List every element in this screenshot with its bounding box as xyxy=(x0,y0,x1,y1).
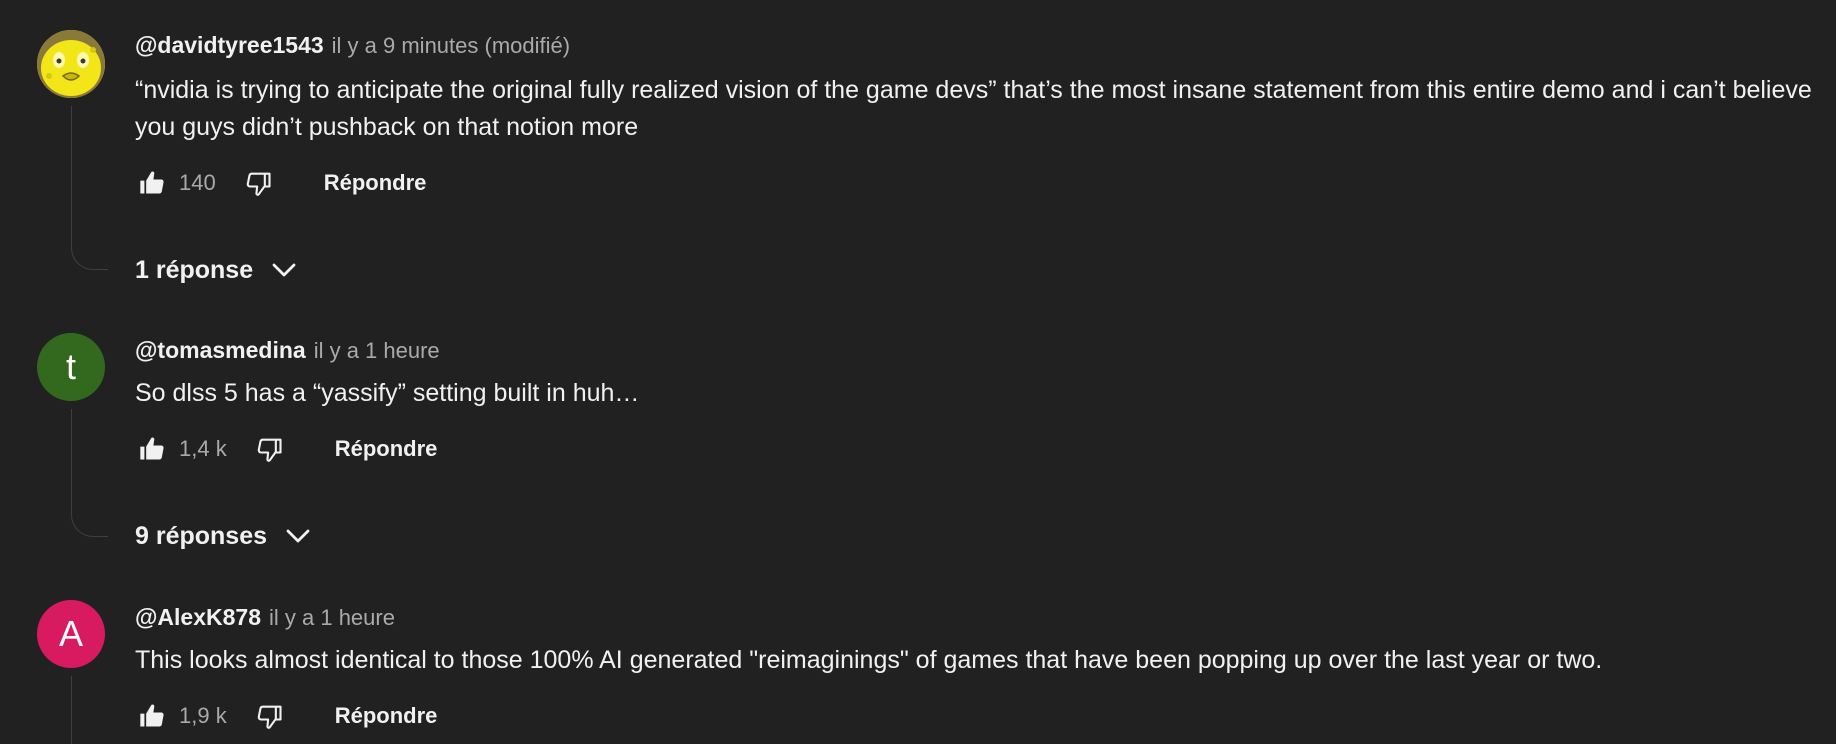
avatar[interactable]: t xyxy=(37,333,105,401)
thumbs-up-icon xyxy=(140,704,164,727)
thumbs-down-icon xyxy=(257,705,282,729)
thumbs-up-icon xyxy=(140,171,164,194)
thumbs-up-icon xyxy=(140,437,164,460)
comment-text: So dlss 5 has a “yassify” setting built … xyxy=(135,379,640,407)
thumbs-down-icon xyxy=(257,438,282,462)
view-replies-button[interactable]: 1 réponse xyxy=(135,250,299,290)
comment-text: This looks almost identical to those 100… xyxy=(135,646,1603,674)
avatar[interactable]: A xyxy=(37,600,105,668)
dislike-button[interactable] xyxy=(253,699,287,733)
thread-line xyxy=(71,409,108,537)
comment-header: @tomasmedina il y a 1 heure xyxy=(135,337,440,371)
reply-button[interactable]: Répondre xyxy=(335,703,438,729)
reply-button[interactable]: Répondre xyxy=(335,436,438,462)
replies-label: 1 réponse xyxy=(135,255,254,284)
avatar-letter: A xyxy=(58,613,83,654)
comment-time[interactable]: il y a 1 heure xyxy=(269,605,395,631)
avatar[interactable] xyxy=(37,30,105,98)
replies-label: 9 réponses xyxy=(135,521,268,550)
chevron-down-icon xyxy=(286,529,310,543)
reply-button[interactable]: Répondre xyxy=(324,170,427,196)
comment-author[interactable]: @tomasmedina xyxy=(135,337,306,364)
yellow-sponge-avatar-icon xyxy=(37,30,105,98)
comment-author[interactable]: @davidtyree1543 xyxy=(135,32,324,59)
view-replies-button[interactable]: 9 réponses xyxy=(135,516,313,556)
thumbs-down-icon xyxy=(246,172,271,196)
comment-actions: 1,4 k Répondre xyxy=(135,429,437,469)
dislike-button[interactable] xyxy=(242,166,276,200)
thread-line xyxy=(71,106,108,270)
comment-actions: 1,9 k Répondre xyxy=(135,696,437,736)
comment-header: @AlexK878 il y a 1 heure xyxy=(135,604,395,638)
like-count: 1,4 k xyxy=(179,436,227,461)
comment-actions: 140 Répondre xyxy=(135,163,426,203)
like-count: 1,9 k xyxy=(179,703,227,728)
comment-time[interactable]: il y a 9 minutes (modifié) xyxy=(332,33,570,59)
like-button[interactable] xyxy=(135,432,169,466)
comment-text: “nvidia is trying to anticipate the orig… xyxy=(135,76,1812,141)
like-button[interactable] xyxy=(135,166,169,200)
chevron-down-icon xyxy=(272,263,296,277)
dislike-button[interactable] xyxy=(253,432,287,466)
comment-time[interactable]: il y a 1 heure xyxy=(314,338,440,364)
comment-header: @davidtyree1543 il y a 9 minutes (modifi… xyxy=(135,32,570,66)
like-button[interactable] xyxy=(135,699,169,733)
avatar-letter: t xyxy=(65,346,76,387)
like-count: 140 xyxy=(179,170,216,195)
thread-line xyxy=(71,676,108,744)
comment-author[interactable]: @AlexK878 xyxy=(135,604,261,631)
